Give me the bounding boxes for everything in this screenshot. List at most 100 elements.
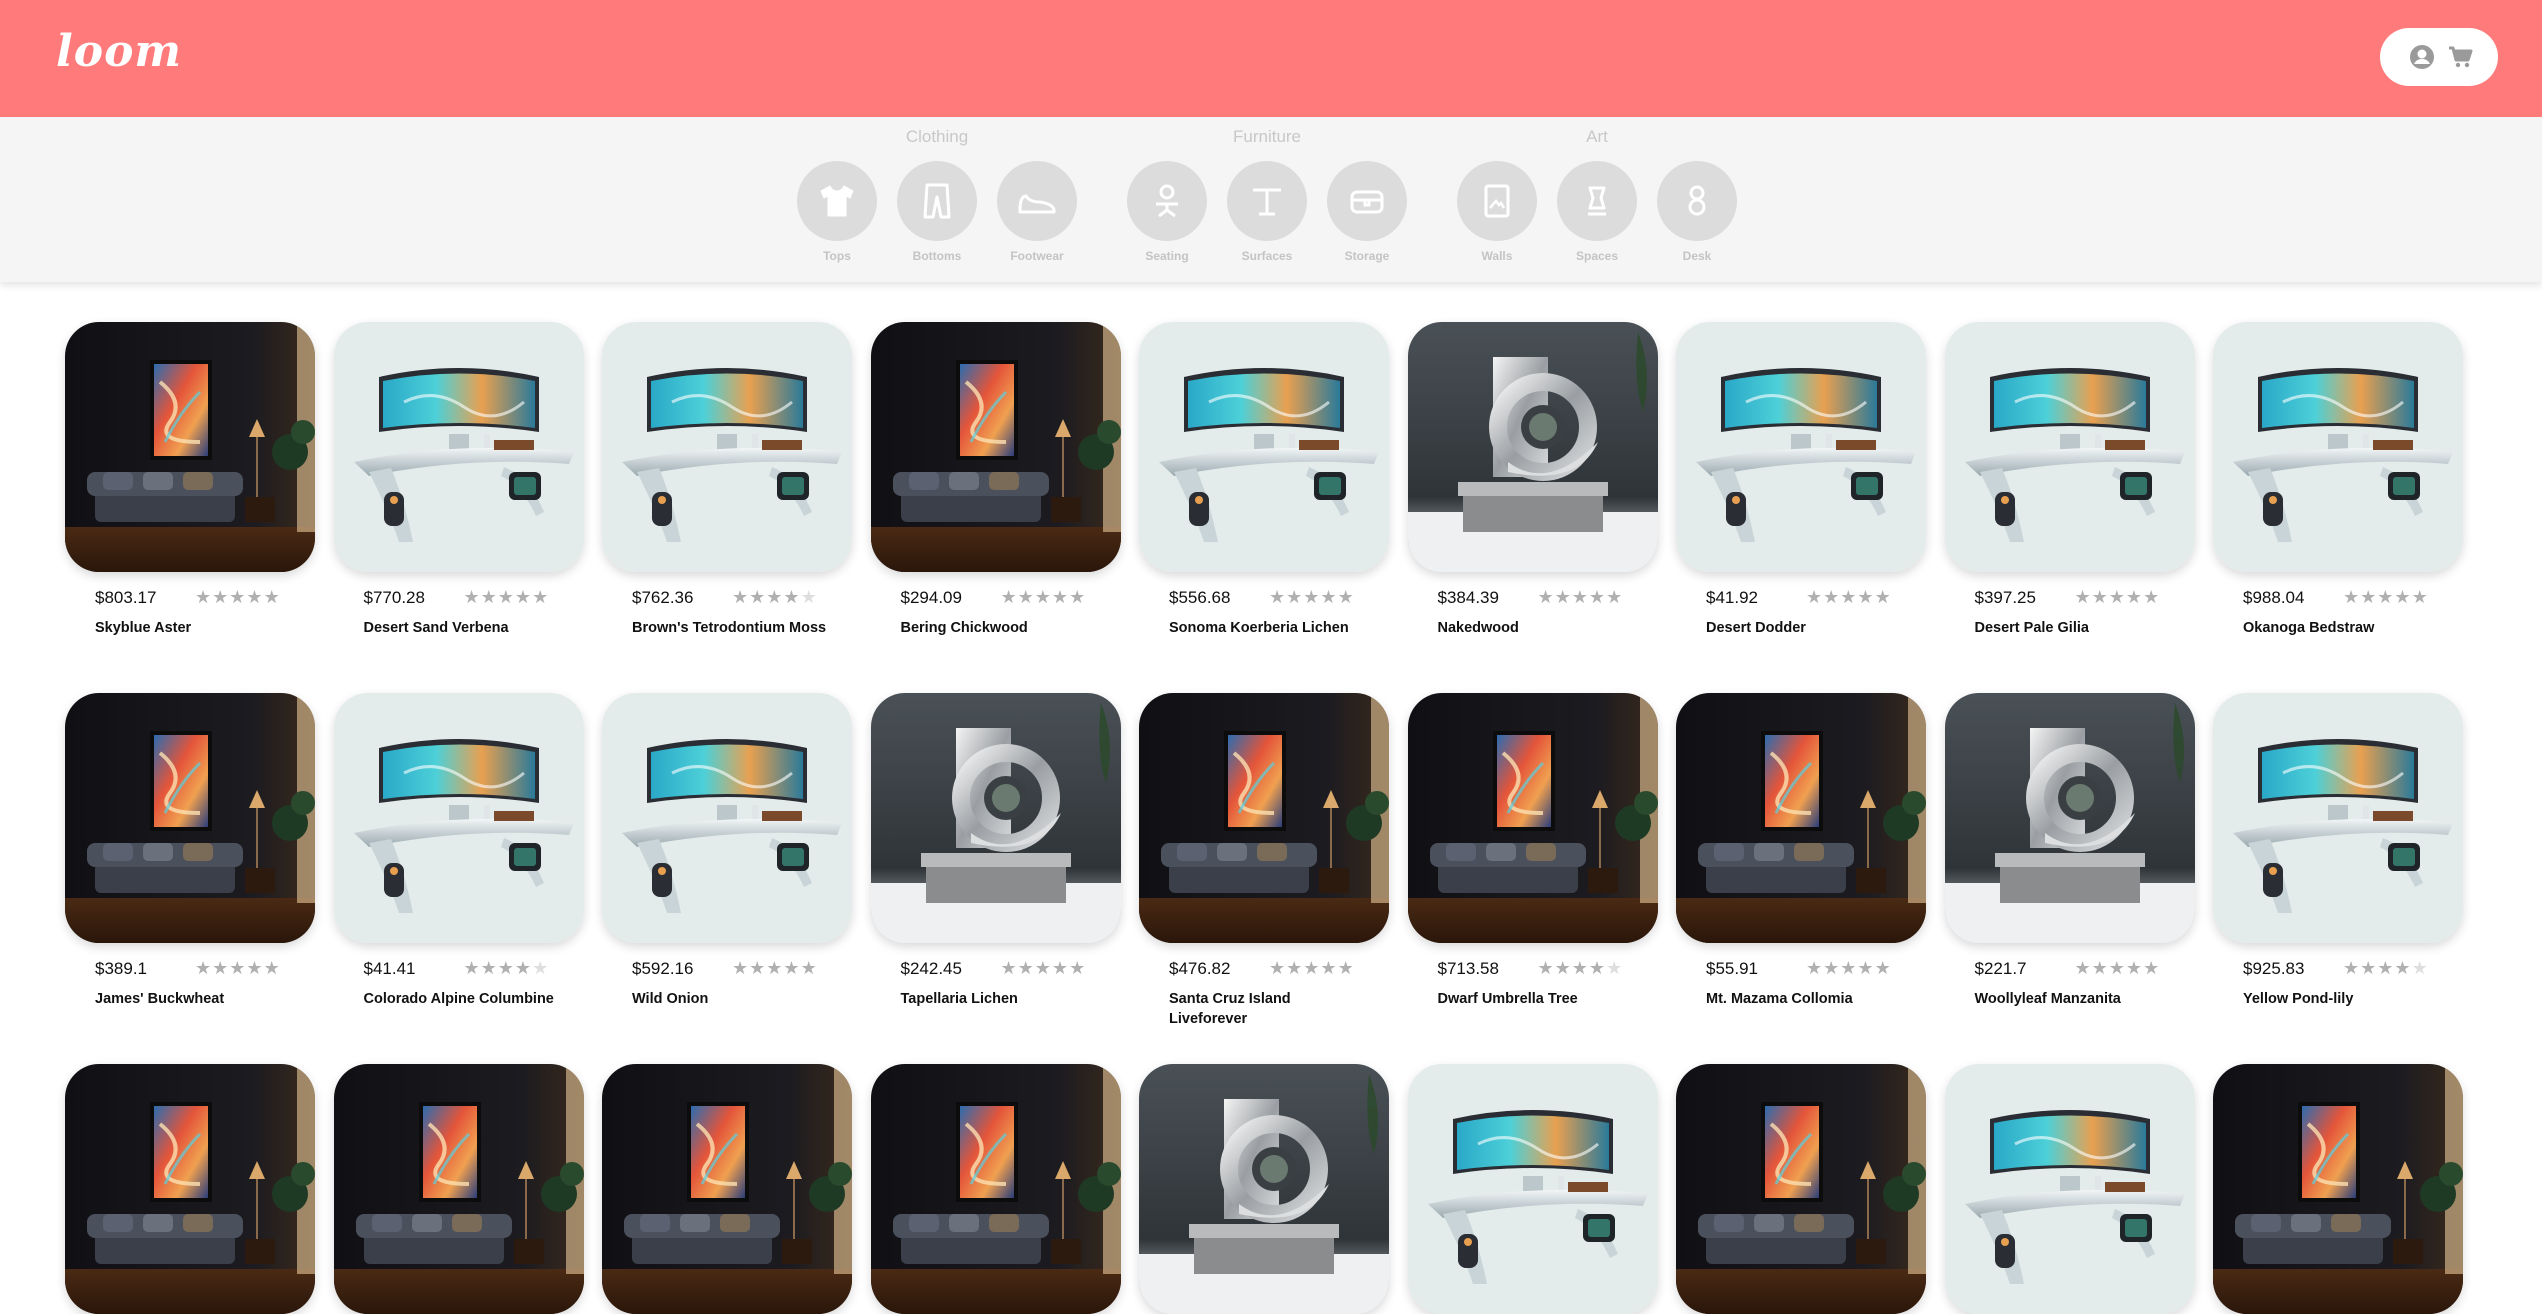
product-name[interactable]: Mt. Mazama Collomia xyxy=(1706,989,1906,1009)
product-card[interactable] xyxy=(1407,1064,1658,1314)
product-image[interactable] xyxy=(65,693,315,943)
product-image[interactable] xyxy=(1139,322,1389,572)
rating-stars: ★★★★★ xyxy=(732,958,818,979)
star-icon: ★ xyxy=(732,587,750,608)
product-card[interactable]: $988.04 ★★★★★ Okanoga Bedstraw xyxy=(2213,322,2463,636)
product-name[interactable]: Dwarf Umbrella Tree xyxy=(1438,989,1638,1009)
product-name[interactable]: Colorado Alpine Columbine xyxy=(364,989,564,1009)
product-image[interactable] xyxy=(1676,322,1926,572)
star-icon: ★ xyxy=(1051,587,1070,608)
product-card[interactable] xyxy=(1944,1064,2195,1314)
product-image-painting-room xyxy=(65,693,315,943)
product-card[interactable]: $592.16 ★★★★★ Wild Onion xyxy=(602,693,852,1007)
product-name[interactable]: Santa Cruz Island Liveforever xyxy=(1169,989,1369,1029)
product-card[interactable]: $556.68 ★★★★★ Sonoma Koerberia Lichen xyxy=(1139,322,1389,636)
product-card[interactable]: $397.25 ★★★★★ Desert Pale Gilia xyxy=(1944,322,2195,636)
product-card[interactable] xyxy=(1139,1064,1389,1314)
product-name[interactable]: Yellow Pond-lily xyxy=(2243,989,2443,1009)
product-name[interactable]: Wild Onion xyxy=(632,989,832,1009)
brand-logo[interactable]: loom xyxy=(56,26,182,77)
category-storage[interactable]: Storage xyxy=(1327,161,1407,263)
category-seating[interactable]: Seating xyxy=(1127,161,1207,263)
category-bottoms[interactable]: Bottoms xyxy=(897,161,977,263)
star-icon: ★ xyxy=(2343,587,2361,608)
star-icon: ★ xyxy=(480,587,498,608)
product-image-painting-room xyxy=(1407,693,1658,943)
product-card[interactable]: $925.83 ★★★★★ Yellow Pond-lily xyxy=(2213,693,2463,1007)
category-footwear[interactable]: Footwear xyxy=(997,161,1077,263)
category-spaces[interactable]: Spaces xyxy=(1557,161,1637,263)
product-card[interactable] xyxy=(602,1064,852,1314)
product-name[interactable]: Brown's Tetrodontium Moss xyxy=(632,618,832,638)
product-image[interactable] xyxy=(1407,693,1658,943)
product-card[interactable]: $770.28 ★★★★★ Desert Sand Verbena xyxy=(333,322,584,636)
star-icon: ★ xyxy=(2360,587,2378,608)
product-name[interactable]: James' Buckwheat xyxy=(95,989,295,1009)
star-icon: ★ xyxy=(497,958,515,979)
product-card[interactable]: $221.7 ★★★★★ Woollyleaf Manzanita xyxy=(1944,693,2195,1007)
product-name[interactable]: Okanoga Bedstraw xyxy=(2243,618,2443,638)
product-image[interactable] xyxy=(1676,1064,1926,1314)
product-card[interactable]: $476.82 ★★★★★ Santa Cruz Island Liveforeve… xyxy=(1139,693,1389,1027)
product-card[interactable]: $41.92 ★★★★★ Desert Dodder xyxy=(1676,322,1926,636)
product-name[interactable]: Skyblue Aster xyxy=(95,618,295,638)
product-image[interactable] xyxy=(870,322,1121,572)
product-card[interactable]: $803.17 ★★★★★ Skyblue Aster xyxy=(65,322,315,636)
product-name[interactable]: Woollyleaf Manzanita xyxy=(1975,989,2175,1009)
product-image[interactable] xyxy=(333,693,584,943)
product-card[interactable] xyxy=(333,1064,584,1314)
product-image[interactable] xyxy=(1944,1064,2195,1314)
product-card[interactable] xyxy=(65,1064,315,1314)
product-image[interactable] xyxy=(602,1064,852,1314)
product-card[interactable]: $762.36 ★★★★★ Brown's Tetrodontium Moss xyxy=(602,322,852,636)
product-image[interactable] xyxy=(870,693,1121,943)
product-image[interactable] xyxy=(2213,322,2463,572)
product-image[interactable] xyxy=(2213,693,2463,943)
product-card[interactable]: $41.41 ★★★★★ Colorado Alpine Columbine xyxy=(333,693,584,1007)
product-name[interactable]: Nakedwood xyxy=(1438,618,1638,638)
product-image[interactable] xyxy=(1944,693,2195,943)
product-image[interactable] xyxy=(333,1064,584,1314)
product-name[interactable]: Desert Sand Verbena xyxy=(364,618,564,638)
product-name[interactable]: Desert Dodder xyxy=(1706,618,1906,638)
product-card[interactable]: $242.45 ★★★★★ Tapellaria Lichen xyxy=(870,693,1121,1007)
product-image[interactable] xyxy=(1407,322,1658,572)
star-icon: ★ xyxy=(246,958,264,979)
product-image-desk xyxy=(1944,1064,2195,1314)
product-image[interactable] xyxy=(870,1064,1121,1314)
star-icon: ★ xyxy=(1069,587,1087,608)
cart-icon[interactable] xyxy=(2446,43,2474,71)
star-icon: ★ xyxy=(1857,587,1875,608)
product-card[interactable]: $389.1 ★★★★★ James' Buckwheat xyxy=(65,693,315,1007)
product-price: $384.39 xyxy=(1437,588,1499,607)
product-image[interactable] xyxy=(333,322,584,572)
product-card[interactable]: $384.39 ★★★★★ Nakedwood xyxy=(1407,322,1658,636)
profile-icon[interactable] xyxy=(2408,43,2436,71)
product-card[interactable]: $294.09 ★★★★★ Bering Chickwood xyxy=(870,322,1121,636)
category-tops[interactable]: Tops xyxy=(797,161,877,263)
product-name[interactable]: Tapellaria Lichen xyxy=(901,989,1101,1009)
category-surfaces[interactable]: Surfaces xyxy=(1227,161,1307,263)
product-image[interactable] xyxy=(602,693,852,943)
product-image[interactable] xyxy=(602,322,852,572)
product-image[interactable] xyxy=(1676,693,1926,943)
product-image[interactable] xyxy=(65,322,315,572)
product-card[interactable] xyxy=(1676,1064,1926,1314)
product-image[interactable] xyxy=(1139,693,1389,943)
product-image[interactable] xyxy=(1407,1064,1658,1314)
product-image[interactable] xyxy=(2213,1064,2463,1314)
product-card[interactable]: $55.91 ★★★★★ Mt. Mazama Collomia xyxy=(1676,693,1926,1007)
product-image[interactable] xyxy=(1944,322,2195,572)
product-image[interactable] xyxy=(1139,1064,1389,1314)
product-name[interactable]: Bering Chickwood xyxy=(901,618,1101,638)
category-desk[interactable]: Desk xyxy=(1657,161,1737,263)
product-name[interactable]: Sonoma Koerberia Lichen xyxy=(1169,618,1369,638)
category-walls[interactable]: Walls xyxy=(1457,161,1537,263)
product-image-painting-room xyxy=(65,322,315,572)
product-image[interactable] xyxy=(65,1064,315,1314)
product-price: $803.17 xyxy=(95,588,157,607)
product-card[interactable] xyxy=(2213,1064,2463,1314)
product-card[interactable] xyxy=(870,1064,1121,1314)
product-card[interactable]: $713.58 ★★★★★ Dwarf Umbrella Tree xyxy=(1407,693,1658,1007)
product-name[interactable]: Desert Pale Gilia xyxy=(1975,618,2175,638)
